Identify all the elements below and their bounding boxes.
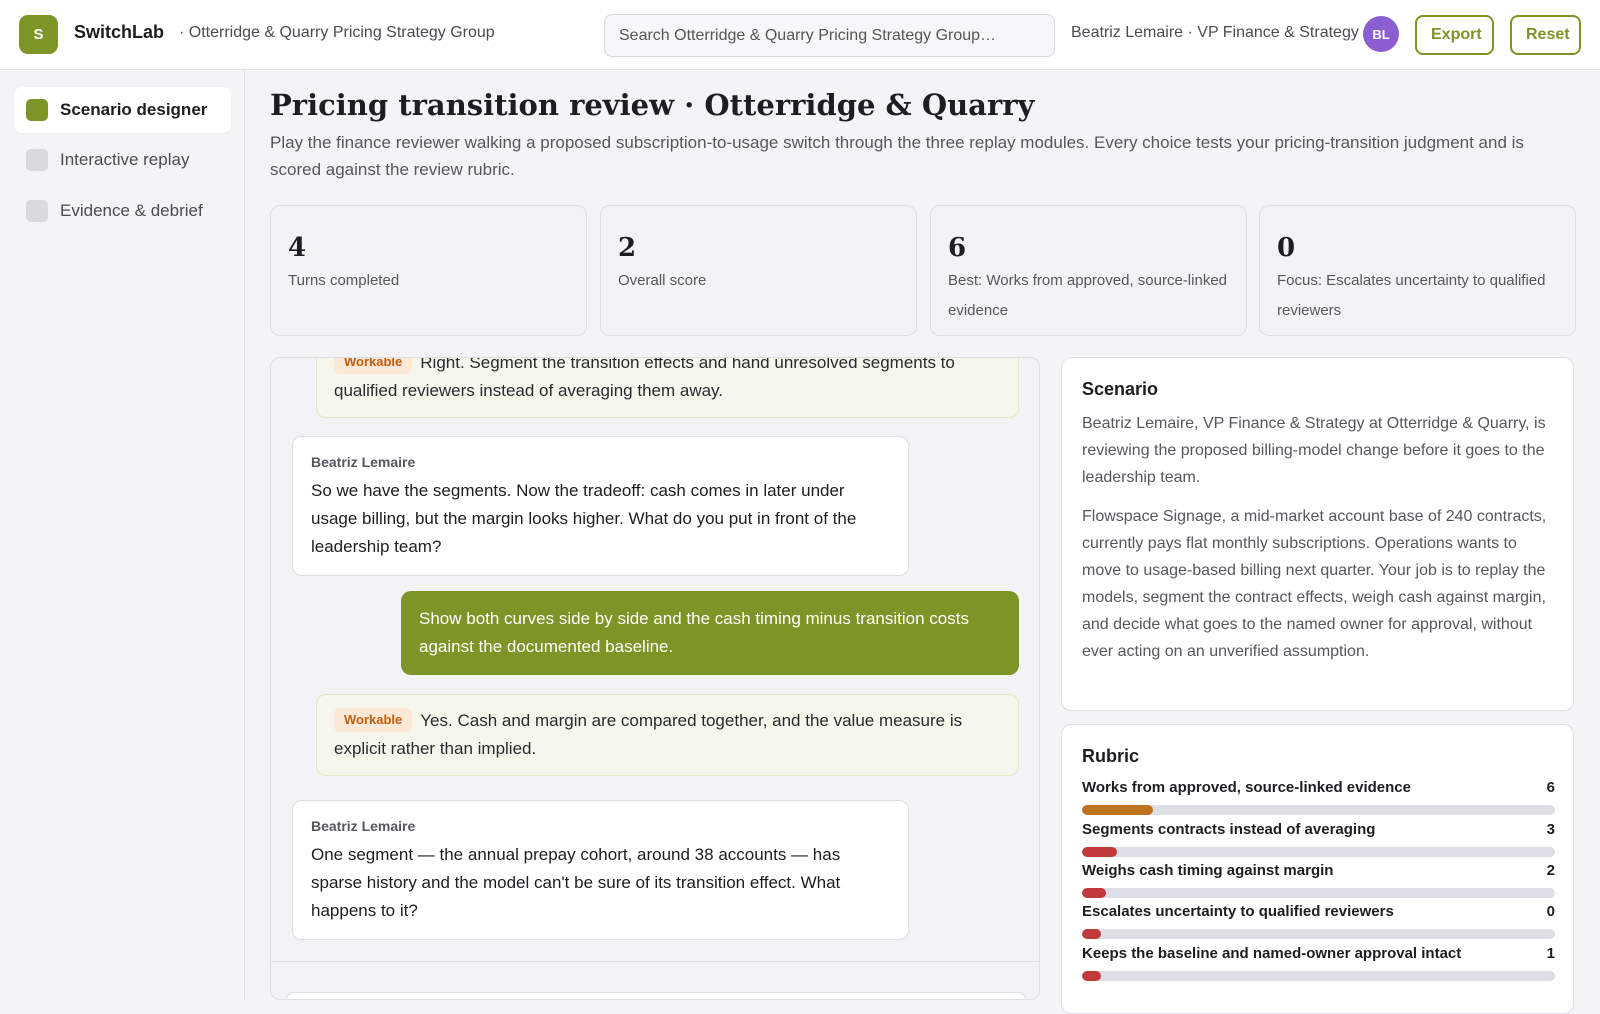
stat-value: 4 <box>288 233 307 263</box>
progress-track <box>1082 971 1555 981</box>
message-text: So we have the segments. Now the tradeof… <box>311 481 857 556</box>
progress-track <box>1082 805 1555 815</box>
stat-card-turns: 4 Turns completed <box>270 205 587 336</box>
progress-track <box>1082 888 1555 898</box>
message-text: One segment — the annual prepay cohort, … <box>311 845 841 920</box>
stakeholder-message: Beatriz Lemaire One segment — the annual… <box>292 800 909 940</box>
progress-fill <box>1082 929 1101 939</box>
stakeholder-message: Beatriz Lemaire So we have the segments.… <box>292 436 909 576</box>
progress-fill <box>1082 805 1153 815</box>
search-input[interactable] <box>604 14 1055 57</box>
reply-composer[interactable] <box>285 992 1027 999</box>
rubric-item: Works from approved, source-linked evide… <box>1082 778 1555 815</box>
rubric-item-label: Segments contracts instead of averaging <box>1082 821 1376 838</box>
sidebar-item-scenario-designer[interactable]: Scenario designer <box>14 87 231 133</box>
progress-fill <box>1082 888 1106 898</box>
sidebar-item-label: Scenario designer <box>60 100 208 119</box>
rubric-item: Keeps the baseline and named-owner appro… <box>1082 944 1555 981</box>
rubric-item-score: 6 <box>1546 779 1555 796</box>
rubric-item-score: 1 <box>1546 945 1555 962</box>
avatar[interactable]: BL <box>1363 16 1399 52</box>
rubric-item-score: 3 <box>1546 821 1555 838</box>
progress-fill <box>1082 847 1118 857</box>
sidebar-item-evidence-debrief[interactable]: Evidence & debrief <box>14 188 231 234</box>
stat-value: 6 <box>948 233 967 263</box>
stat-value: 0 <box>1277 233 1296 263</box>
scenario-paragraph: Beatriz Lemaire, VP Finance & Strategy a… <box>1082 415 1546 486</box>
export-button[interactable]: Export <box>1415 15 1494 55</box>
scenario-panel: Scenario Beatriz Lemaire, VP Finance & S… <box>1061 357 1574 711</box>
brand-name: SwitchLab <box>74 22 165 42</box>
sidebar-item-interactive-replay[interactable]: Interactive replay <box>14 137 231 183</box>
rubric-item-label: Works from approved, source-linked evide… <box>1082 779 1411 796</box>
stat-value: 2 <box>618 233 637 263</box>
stat-label: Turns completed <box>288 272 400 289</box>
app-logo[interactable]: S <box>19 15 58 54</box>
rubric-item: Segments contracts instead of averaging … <box>1082 820 1555 857</box>
player-message: Show both curves side by side and the ca… <box>401 591 1019 675</box>
progress-track <box>1082 929 1555 939</box>
square-icon <box>26 149 48 171</box>
message-text: Right. Segment the transition effects an… <box>334 357 955 400</box>
rubric-item: Weighs cash timing against margin 2 <box>1082 861 1555 898</box>
verdict-badge: Workable <box>334 358 413 374</box>
scenario-heading: Scenario <box>1082 379 1159 399</box>
speaker-name: Beatriz Lemaire <box>311 818 416 834</box>
stat-card-score: 2 Overall score <box>600 205 917 336</box>
square-icon <box>26 99 48 121</box>
evaluation-message: Workable Right. Segment the transition ef… <box>316 357 1019 418</box>
stat-label: Focus: Escalates uncertainty to qualifie… <box>1277 272 1546 319</box>
divider <box>271 961 1039 962</box>
message-text: Yes. Cash and margin are compared togeth… <box>334 711 963 758</box>
progress-fill <box>1082 971 1101 981</box>
rubric-item: Escalates uncertainty to qualified revie… <box>1082 902 1555 939</box>
sidebar: Scenario designer Interactive replay Evi… <box>0 70 245 1000</box>
rubric-item-score: 0 <box>1546 903 1555 920</box>
rubric-panel: Rubric Works from approved, source-linke… <box>1061 724 1574 1014</box>
stat-label: Overall score <box>618 272 707 289</box>
message-text: Show both curves side by side and the ca… <box>419 609 969 656</box>
user-name: Beatriz Lemaire · VP Finance & Strategy <box>1071 24 1359 41</box>
org-breadcrumb: · Otterridge & Quarry Pricing Strategy G… <box>179 24 495 41</box>
stat-card-focus: 0 Focus: Escalates uncertainty to qualif… <box>1259 205 1576 336</box>
reset-button[interactable]: Reset <box>1510 15 1581 55</box>
rubric-item-label: Keeps the baseline and named-owner appro… <box>1082 945 1462 962</box>
sidebar-item-label: Interactive replay <box>60 150 190 169</box>
rubric-item-label: Weighs cash timing against margin <box>1082 862 1334 879</box>
stat-label: Best: Works from approved, source-linked… <box>948 272 1228 319</box>
rubric-item-score: 2 <box>1546 862 1555 879</box>
square-icon <box>26 200 48 222</box>
stat-card-best: 6 Best: Works from approved, source-link… <box>930 205 1247 336</box>
speaker-name: Beatriz Lemaire <box>311 454 416 470</box>
progress-track <box>1082 847 1555 857</box>
chat-transcript[interactable]: Workable Right. Segment the transition ef… <box>270 357 1040 1000</box>
top-bar: S SwitchLab · Otterridge & Quarry Pricin… <box>0 0 1600 70</box>
rubric-item-label: Escalates uncertainty to qualified revie… <box>1082 903 1394 920</box>
evaluation-message: Workable Yes. Cash and margin are compare… <box>316 694 1019 776</box>
page-description: Play the finance reviewer walking a prop… <box>270 133 1524 179</box>
rubric-heading: Rubric <box>1082 746 1140 766</box>
sidebar-item-label: Evidence & debrief <box>60 201 203 220</box>
page-title: Pricing transition review · Otterridge &… <box>270 88 1035 122</box>
verdict-badge: Workable <box>334 708 413 732</box>
scenario-paragraph: Flowspace Signage, a mid-market account … <box>1082 508 1547 660</box>
